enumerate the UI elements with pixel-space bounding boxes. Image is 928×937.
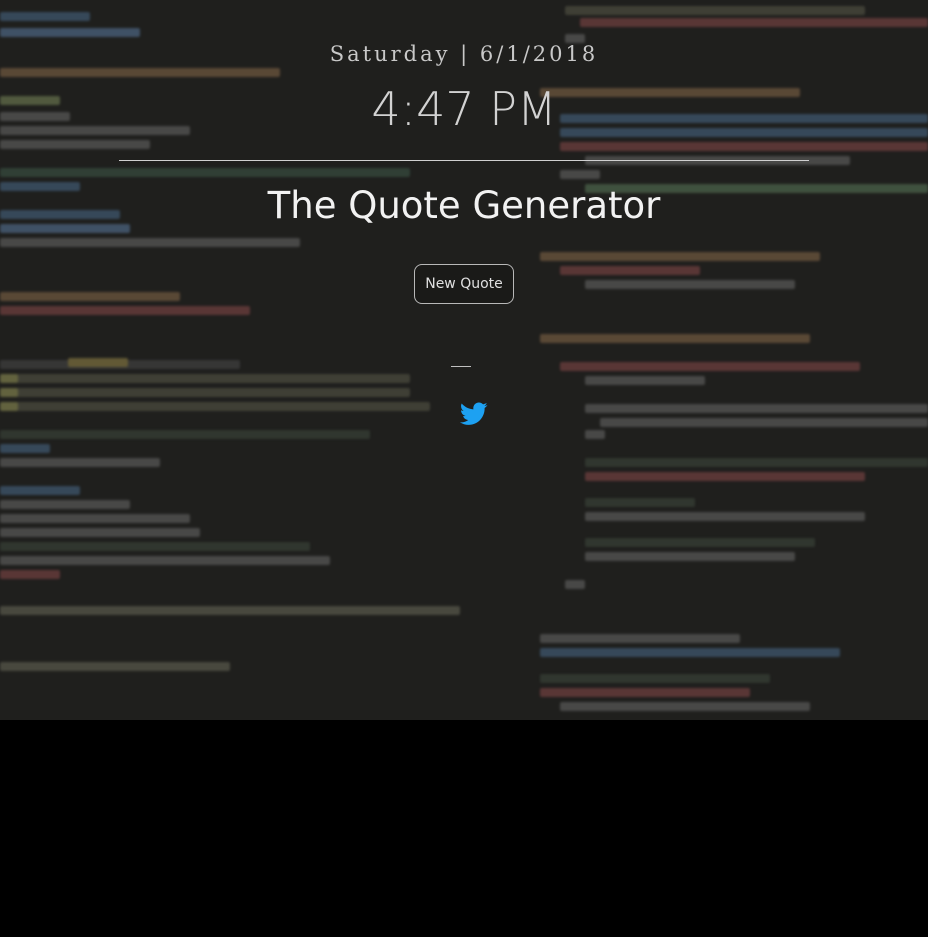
page-title: The Quote Generator: [267, 184, 661, 227]
twitter-icon[interactable]: [460, 402, 488, 426]
new-quote-button[interactable]: New Quote: [414, 264, 514, 304]
time-label: 4:47 PM: [371, 82, 557, 136]
date-label: Saturday | 6/1/2018: [329, 42, 599, 66]
hero-section: Saturday | 6/1/2018 4:47 PM The Quote Ge…: [0, 0, 928, 720]
divider: [119, 160, 809, 161]
quote-separator: [451, 366, 471, 367]
main-content: Saturday | 6/1/2018 4:47 PM The Quote Ge…: [0, 0, 928, 720]
